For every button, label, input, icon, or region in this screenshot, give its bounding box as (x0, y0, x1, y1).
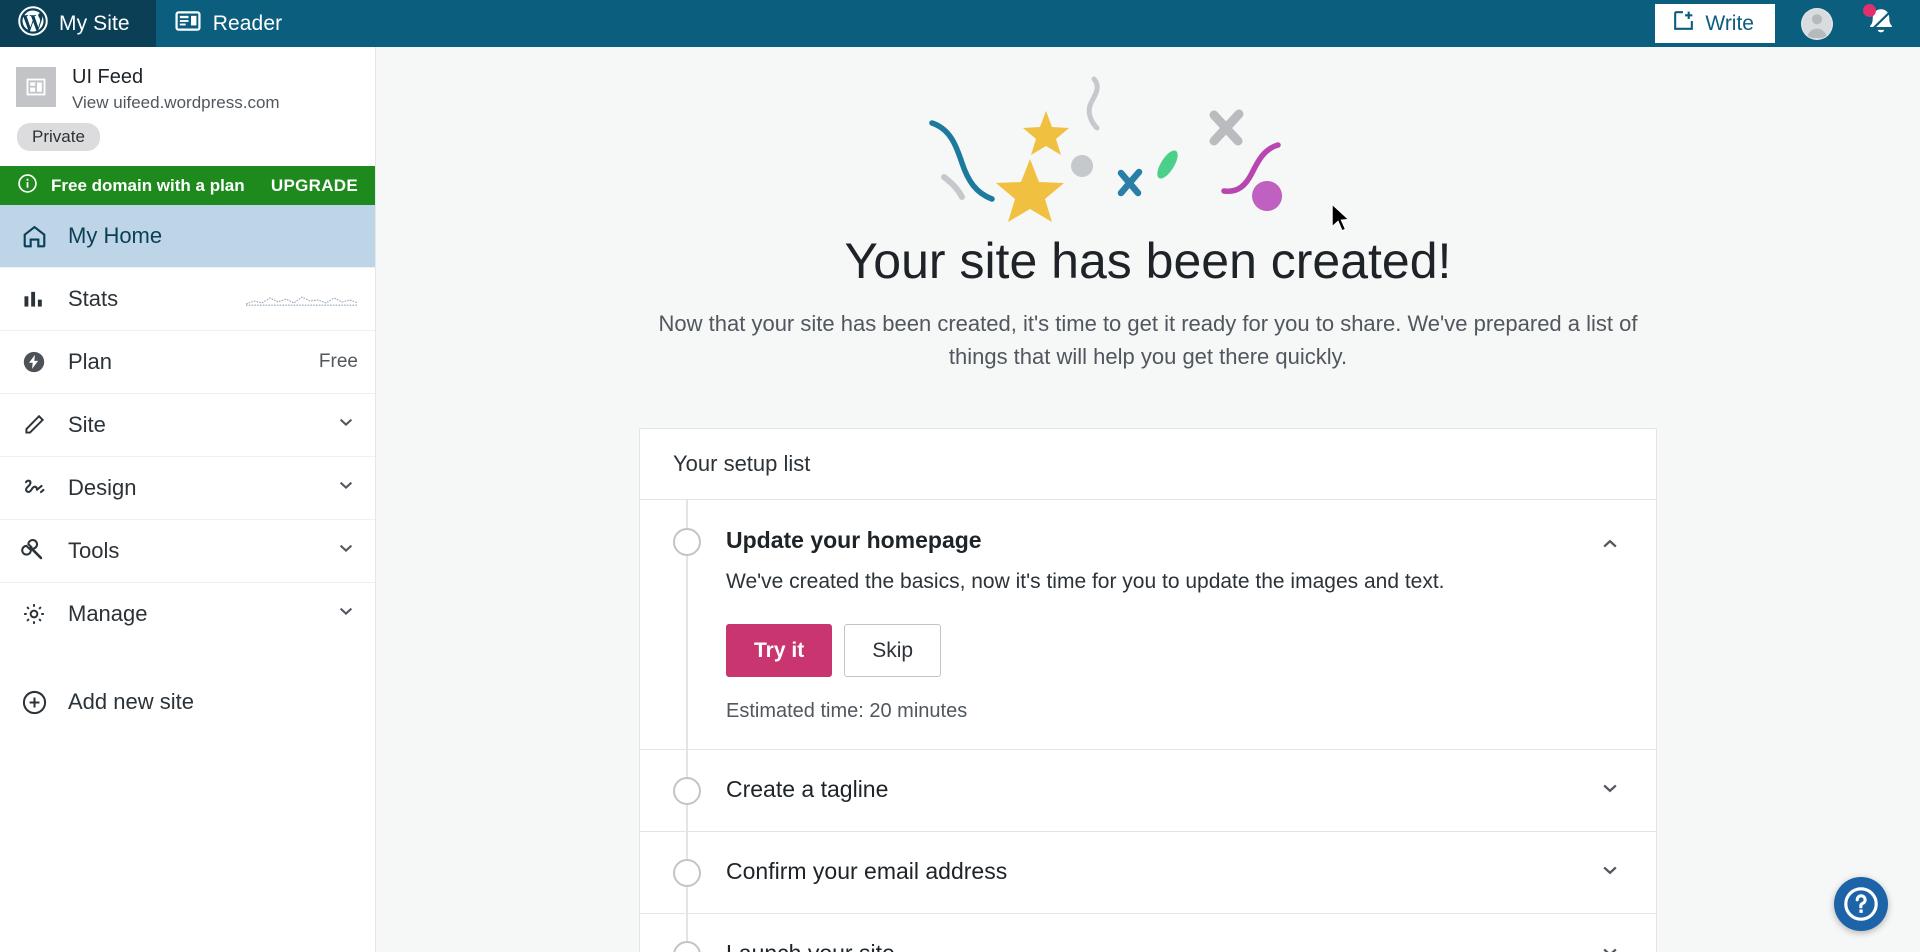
celebration-illustration (376, 47, 1920, 237)
task-body: Update your homepage We've created the b… (726, 527, 1577, 749)
task-body: Create a tagline (726, 776, 1577, 804)
chevron-down-icon[interactable] (334, 536, 358, 566)
task-estimate: Estimated time: 20 minutes (726, 699, 968, 722)
sidebar-item-stats[interactable]: Stats (0, 268, 375, 330)
sidebar-item-design-label: Design (68, 475, 137, 501)
plan-icon (21, 349, 55, 375)
sidebar-item-manage[interactable]: Manage (0, 583, 375, 645)
sidebar-item-my-home[interactable]: My Home (0, 205, 375, 268)
avatar[interactable] (1801, 7, 1833, 40)
site-meta: UI Feed View uifeed.wordpress.com (72, 64, 280, 114)
task-description: We've created the basics, now it's time … (726, 570, 1445, 594)
upgrade-banner-cta[interactable]: UPGRADE (271, 176, 358, 196)
chevron-down-icon[interactable] (1597, 775, 1623, 806)
task-title: Launch your site (726, 940, 1577, 952)
masthead: My Site Reader Write (0, 0, 1920, 47)
task-row: Confirm your email address (640, 831, 1656, 914)
home-icon (21, 223, 55, 250)
sidebar-item-site-label: Site (68, 412, 106, 438)
task-actions: Try it Skip (726, 623, 1577, 677)
sidebar-item-stats-label: Stats (68, 286, 119, 312)
task-body: Confirm your email address (726, 858, 1577, 886)
info-icon (17, 173, 38, 199)
sidebar: UI Feed View uifeed.wordpress.com Privat… (0, 47, 376, 952)
sidebar-item-my-home-label: My Home (68, 223, 163, 249)
task-row: Update your homepage We've created the b… (640, 499, 1656, 750)
write-button[interactable]: Write (1655, 4, 1775, 43)
try-it-button[interactable]: Try it (726, 623, 833, 677)
upgrade-banner[interactable]: Free domain with a plan UPGRADE (0, 166, 375, 206)
task-row: Launch your site (640, 913, 1656, 952)
brush-icon (21, 475, 55, 501)
task-status-circle-icon[interactable] (673, 858, 701, 887)
plus-circle-icon (21, 689, 55, 716)
task-title: Create a tagline (726, 776, 889, 803)
pencil-icon (21, 412, 55, 438)
sidebar-item-tools-label: Tools (68, 538, 120, 564)
bar-chart-icon (21, 286, 55, 312)
upgrade-banner-text: Free domain with a plan (51, 175, 245, 195)
app-root: My Site Reader Write UI Feed View uifeed… (0, 0, 1920, 952)
task-header[interactable]: Launch your site (640, 914, 1656, 952)
status-badge: Private (17, 123, 100, 152)
masthead-tab-reader[interactable]: Reader (156, 0, 308, 47)
help-button[interactable] (1834, 877, 1888, 931)
sidebar-item-plan-value: Free (318, 351, 358, 373)
sidebar-item-site[interactable]: Site (0, 394, 375, 456)
task-header[interactable]: Update your homepage We've created the b… (640, 500, 1656, 749)
sidebar-item-tools[interactable]: Tools (0, 520, 375, 582)
notifications-button[interactable] (1863, 4, 1896, 41)
task-body: Launch your site (726, 940, 1577, 952)
task-row: Create a tagline (640, 749, 1656, 832)
task-title: Confirm your email address (726, 858, 1008, 885)
gear-icon (21, 601, 55, 627)
wordpress-logo-icon (18, 5, 48, 42)
chevron-down-icon[interactable] (1597, 939, 1623, 952)
setup-list-card: Your setup list Update your homepage We'… (639, 427, 1657, 952)
avatar-person-icon (1807, 13, 1827, 38)
confetti-svg (929, 76, 1283, 222)
masthead-tab-my-site[interactable]: My Site (0, 0, 156, 47)
masthead-spacer (308, 0, 1655, 47)
stats-sparkline (245, 292, 359, 306)
sidebar-item-design[interactable]: Design (0, 457, 375, 519)
skip-button[interactable]: Skip (844, 623, 942, 677)
setup-list-header: Your setup list (640, 429, 1656, 500)
write-button-label: Write (1705, 11, 1754, 35)
wrench-icon (21, 538, 55, 564)
notification-badge-dot (1863, 4, 1876, 17)
add-post-icon (1671, 8, 1696, 39)
task-status-circle-icon[interactable] (673, 527, 701, 556)
masthead-tab-my-site-label: My Site (59, 12, 130, 35)
main-content: Your site has been created! Now that you… (376, 47, 1920, 952)
chevron-down-icon[interactable] (1597, 857, 1623, 888)
page-subtitle: Now that your site has been created, it'… (658, 310, 1638, 369)
sidebar-item-plan[interactable]: Plan Free (0, 331, 375, 393)
help-question-icon (1844, 887, 1878, 921)
reader-icon (174, 7, 202, 41)
site-title: UI Feed (72, 66, 144, 88)
add-new-site-button[interactable]: Add new site (0, 671, 375, 733)
masthead-tab-reader-label: Reader (212, 12, 283, 35)
chevron-down-icon[interactable] (334, 410, 358, 440)
sidebar-item-plan-label: Plan (68, 349, 113, 375)
page-title: Your site has been created! (844, 233, 1452, 289)
task-title: Update your homepage (726, 526, 982, 553)
add-new-site-label: Add new site (68, 689, 194, 715)
task-status-circle-icon[interactable] (673, 776, 701, 805)
site-badge-wrap: Private (0, 114, 375, 152)
chevron-up-icon[interactable] (1597, 531, 1623, 562)
task-status-circle-icon[interactable] (673, 940, 701, 952)
task-header[interactable]: Confirm your email address (640, 832, 1656, 913)
sidebar-item-manage-label: Manage (68, 601, 148, 627)
site-url: View uifeed.wordpress.com (72, 93, 280, 112)
task-header[interactable]: Create a tagline (640, 750, 1656, 831)
chevron-down-icon[interactable] (334, 599, 358, 629)
site-thumbnail-icon (16, 67, 56, 107)
chevron-down-icon[interactable] (334, 473, 358, 503)
site-header[interactable]: UI Feed View uifeed.wordpress.com (0, 47, 375, 114)
